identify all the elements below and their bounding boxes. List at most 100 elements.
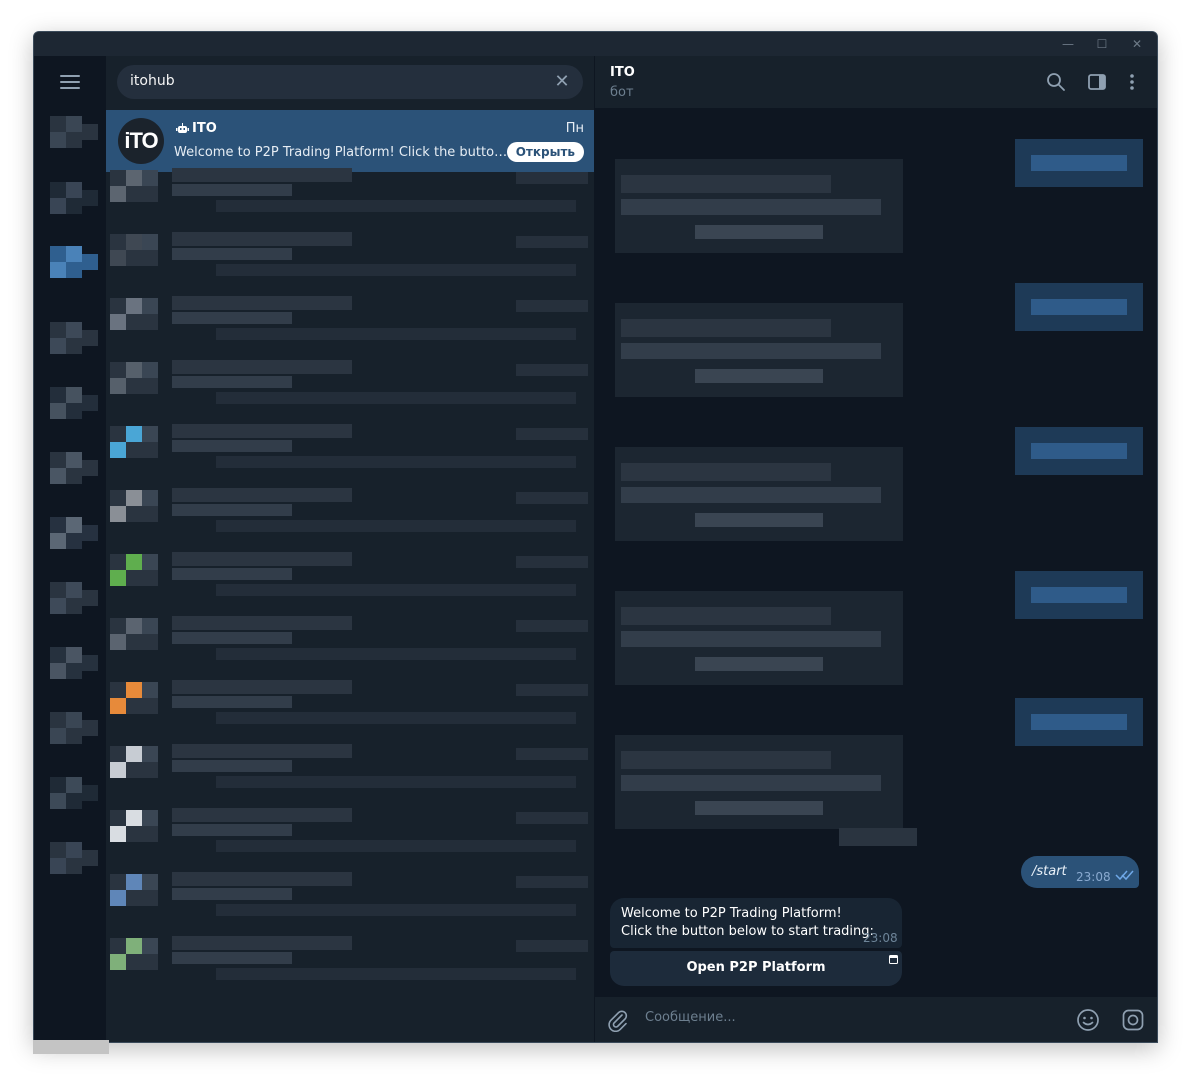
- search-value: itohub: [130, 73, 175, 89]
- redacted-block: [172, 616, 352, 630]
- redacted-block: [172, 504, 292, 516]
- camera-icon[interactable]: [1121, 1008, 1145, 1032]
- redacted-block: [50, 468, 66, 484]
- redacted-block: [50, 132, 66, 148]
- chat-preview: Welcome to P2P Trading Platform! Click t…: [174, 145, 508, 160]
- redacted-block: [1031, 443, 1127, 459]
- redacted-block: [110, 170, 126, 186]
- redacted-block: [126, 506, 158, 522]
- incoming-message[interactable]: Welcome to P2P Trading Platform! Click t…: [610, 898, 902, 948]
- redacted-block: [82, 590, 98, 606]
- redacted-block: [1031, 587, 1127, 603]
- redacted-block: [516, 300, 588, 312]
- redacted-block: [695, 369, 823, 383]
- redacted-block: [110, 554, 126, 570]
- redacted-block: [50, 858, 66, 874]
- redacted-block: [126, 490, 142, 506]
- redacted-block: [66, 468, 82, 484]
- redacted-block: [66, 712, 82, 728]
- redacted-block: [126, 618, 142, 634]
- sidebar-toggle-icon[interactable]: [1087, 72, 1107, 92]
- redacted-block: [50, 663, 66, 679]
- redacted-block: [172, 632, 292, 644]
- redacted-block: [1031, 155, 1127, 171]
- redacted-block: [66, 182, 82, 198]
- redacted-block: [142, 682, 158, 698]
- redacted-block: [172, 248, 292, 260]
- redacted-block: [66, 403, 82, 419]
- chat-title: ITO: [610, 65, 635, 80]
- open-p2p-platform-button[interactable]: Open P2P Platform: [610, 951, 902, 986]
- redacted-block: [516, 684, 588, 696]
- redacted-block: [82, 525, 98, 541]
- attach-icon[interactable]: [606, 1008, 630, 1032]
- redacted-block: [66, 728, 82, 744]
- redacted-block: [110, 890, 126, 906]
- maximize-icon[interactable]: ☐: [1092, 35, 1112, 53]
- redacted-block: [50, 182, 66, 198]
- redacted-block: [66, 533, 82, 549]
- redacted-block: [172, 232, 352, 246]
- redacted-block: [516, 172, 588, 184]
- chat-item-ito[interactable]: iTO ITO Пн Welcome to P2P Trading Platfo…: [106, 110, 594, 172]
- outgoing-message[interactable]: /start 23:08: [1021, 856, 1139, 888]
- redacted-block: [1031, 714, 1127, 730]
- redacted-block: [110, 442, 126, 458]
- redacted-block: [126, 170, 142, 186]
- redacted-block: [126, 250, 158, 266]
- redacted-block: [621, 463, 831, 481]
- redacted-block: [50, 647, 66, 663]
- redacted-block: [50, 842, 66, 858]
- redacted-strip: [33, 1040, 109, 1054]
- chat-list-pane: itohub ✕ iTO ITO Пн Welcome to P2P Tradi…: [106, 56, 594, 1042]
- redacted-block: [172, 312, 292, 324]
- close-window-icon[interactable]: ✕: [1127, 35, 1147, 53]
- redacted-block: [110, 378, 126, 394]
- redacted-block: [172, 168, 352, 182]
- hamburger-icon[interactable]: [60, 75, 80, 89]
- redacted-block: [66, 116, 82, 132]
- redacted-block: [621, 487, 881, 503]
- redacted-block: [126, 826, 158, 842]
- redacted-block: [172, 696, 292, 708]
- redacted-block: [66, 598, 82, 614]
- redacted-block: [126, 762, 158, 778]
- redacted-block: [216, 968, 576, 980]
- close-icon[interactable]: ✕: [551, 71, 573, 93]
- redacted-block: [621, 343, 881, 359]
- redacted-block: [50, 116, 66, 132]
- redacted-block: [110, 362, 126, 378]
- emoji-icon[interactable]: [1076, 1008, 1100, 1032]
- redacted-block: [142, 234, 158, 250]
- redacted-block: [50, 728, 66, 744]
- redacted-block: [110, 234, 126, 250]
- redacted-block: [66, 647, 82, 663]
- open-button[interactable]: Открыть: [506, 142, 584, 162]
- bot-button-label: Open P2P Platform: [686, 960, 826, 975]
- redacted-block: [516, 428, 588, 440]
- minimize-icon[interactable]: —: [1058, 35, 1078, 53]
- webapp-icon: [889, 955, 898, 964]
- redacted-block: [172, 568, 292, 580]
- chat-header[interactable]: ITO бот: [595, 56, 1157, 108]
- search-icon[interactable]: [1046, 72, 1066, 92]
- redacted-block: [216, 648, 576, 660]
- redacted-block: [66, 793, 82, 809]
- redacted-block: [126, 426, 142, 442]
- redacted-block: [142, 746, 158, 762]
- message-input[interactable]: Сообщение...: [645, 1010, 736, 1025]
- more-icon[interactable]: [1122, 72, 1142, 92]
- redacted-block: [66, 663, 82, 679]
- redacted-block: [50, 198, 66, 214]
- redacted-block: [216, 264, 576, 276]
- redacted-block: [172, 440, 292, 452]
- redacted-block: [621, 175, 831, 193]
- avatar: iTO: [118, 118, 164, 164]
- redacted-block: [110, 826, 126, 842]
- redacted-block: [142, 298, 158, 314]
- redacted-block: [172, 488, 352, 502]
- redacted-block: [516, 812, 588, 824]
- redacted-block: [172, 376, 292, 388]
- search-input[interactable]: itohub ✕: [117, 65, 583, 99]
- redacted-block: [172, 872, 352, 886]
